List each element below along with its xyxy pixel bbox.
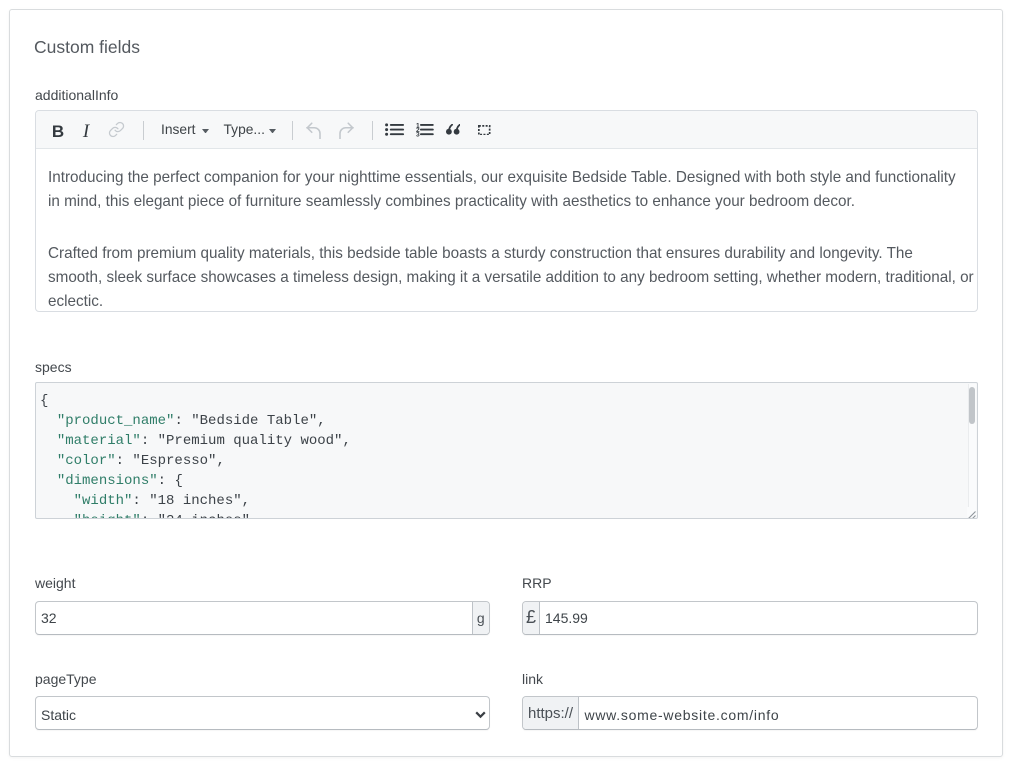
svg-text:3: 3 (416, 131, 420, 138)
